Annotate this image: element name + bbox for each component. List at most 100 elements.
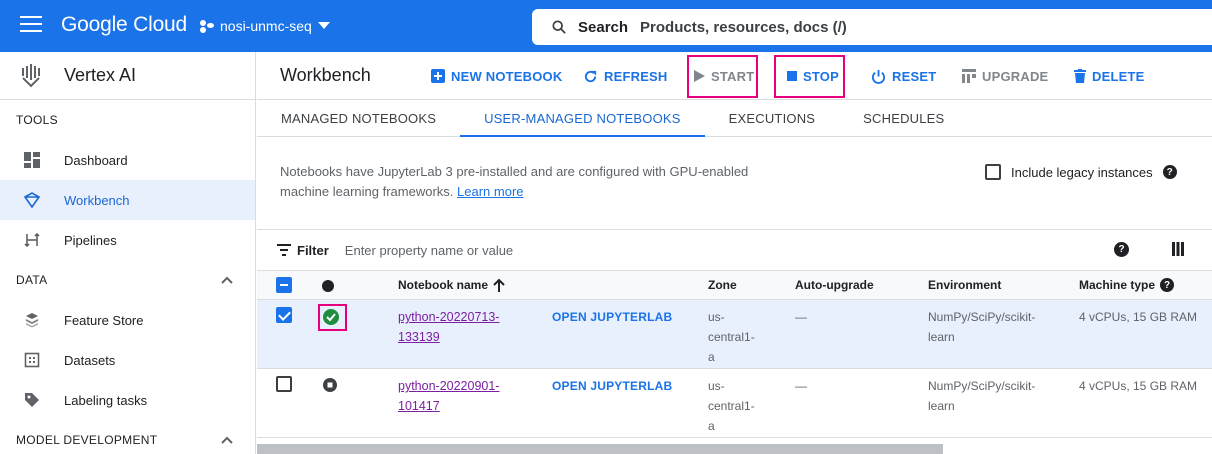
section-data[interactable]: DATA bbox=[0, 260, 255, 300]
dashboard-icon bbox=[24, 152, 40, 168]
upgrade-icon bbox=[962, 69, 976, 83]
google-cloud-logo[interactable]: Google Cloud bbox=[61, 13, 187, 37]
zone-line: us- bbox=[708, 379, 725, 393]
select-all-checkbox[interactable] bbox=[276, 277, 292, 293]
filter-input[interactable]: Enter property name or value bbox=[345, 243, 513, 258]
section-model-dev-label: MODEL DEVELOPMENT bbox=[16, 433, 158, 447]
menu-icon[interactable] bbox=[20, 16, 42, 36]
horizontal-scrollbar[interactable] bbox=[257, 444, 943, 454]
table-row[interactable]: python-20220713- 133139 OPEN JUPYTERLAB … bbox=[257, 300, 1212, 369]
machine-type-cell: 4 vCPUs, 15 GB RAM bbox=[1079, 379, 1198, 393]
notebook-name-line: python-20220713- bbox=[398, 310, 500, 324]
search-bar[interactable]: Search Products, resources, docs (/) bbox=[532, 9, 1212, 45]
new-notebook-button[interactable]: NEW NOTEBOOK bbox=[431, 60, 562, 92]
sidebar-item-label: Pipelines bbox=[64, 232, 117, 248]
start-highlight-box bbox=[687, 55, 758, 98]
add-box-icon bbox=[431, 69, 445, 83]
zone-line: a bbox=[708, 350, 715, 364]
environment-cell: NumPy/SciPy/scikit- learn bbox=[928, 307, 1035, 347]
auto-upgrade-cell: — bbox=[795, 379, 807, 393]
zone-cell: us- central1- a bbox=[708, 376, 755, 436]
section-model-development[interactable]: MODEL DEVELOPMENT bbox=[0, 429, 255, 451]
check-circle-icon bbox=[323, 309, 339, 325]
product-name: Vertex AI bbox=[64, 65, 137, 85]
col-zone: Zone bbox=[708, 278, 737, 292]
table-header: Notebook name Zone Auto-upgrade Environm… bbox=[257, 270, 1212, 300]
notebook-name-line: 101417 bbox=[398, 399, 440, 413]
stopped-icon bbox=[323, 378, 337, 392]
search-label: Search bbox=[578, 18, 629, 36]
notebook-name-line: python-20220901- bbox=[398, 379, 500, 393]
project-icon bbox=[200, 19, 214, 33]
notebook-name-link[interactable]: python-20220901- 101417 bbox=[398, 376, 499, 416]
chevron-up-icon bbox=[221, 276, 233, 284]
chevron-down-icon bbox=[317, 22, 330, 29]
search-input[interactable]: Products, resources, docs (/) bbox=[640, 19, 847, 36]
learn-more-link[interactable]: Learn more bbox=[457, 184, 523, 199]
help-icon[interactable]: ? bbox=[1162, 165, 1177, 179]
row-checkbox[interactable] bbox=[276, 376, 292, 392]
section-tools-label: TOOLS bbox=[16, 113, 58, 127]
status-dot-icon bbox=[322, 280, 334, 292]
vertex-ai-icon bbox=[22, 63, 40, 87]
project-selector[interactable]: nosi-unmc-seq bbox=[200, 18, 330, 34]
tab-bar: MANAGED NOTEBOOKS USER-MANAGED NOTEBOOKS… bbox=[257, 100, 1212, 137]
upgrade-label: UPGRADE bbox=[982, 68, 1049, 84]
notebook-name-line: 133139 bbox=[398, 330, 440, 344]
info-text: Notebooks have JupyterLab 3 pre-installe… bbox=[280, 162, 780, 202]
filter-label: Filter bbox=[297, 242, 329, 258]
zone-cell: us- central1- a bbox=[708, 307, 755, 367]
environment-cell: NumPy/SciPy/scikit- learn bbox=[928, 376, 1035, 416]
tab-user-managed-notebooks[interactable]: USER-MANAGED NOTEBOOKS bbox=[460, 100, 705, 137]
col-machine-type: Machine type bbox=[1079, 278, 1156, 292]
legacy-label: Include legacy instances bbox=[1011, 164, 1153, 180]
section-data-label: DATA bbox=[16, 273, 48, 287]
product-header: Vertex AI bbox=[0, 52, 255, 100]
delete-label: DELETE bbox=[1092, 68, 1145, 84]
filter-bar[interactable]: Filter Enter property name or value bbox=[277, 240, 513, 260]
machine-type-cell: 4 vCPUs, 15 GB RAM bbox=[1079, 310, 1198, 324]
chevron-up-icon bbox=[221, 436, 233, 444]
refresh-icon bbox=[584, 70, 597, 82]
upgrade-button[interactable]: UPGRADE bbox=[962, 60, 1048, 92]
tab-managed-notebooks[interactable]: MANAGED NOTEBOOKS bbox=[257, 100, 460, 136]
filter-icon bbox=[277, 244, 291, 256]
sidebar-item-dashboard[interactable]: Dashboard bbox=[0, 140, 255, 180]
open-jupyterlab-link[interactable]: OPEN JUPYTERLAB bbox=[552, 307, 672, 327]
top-bar: Google Cloud nosi-unmc-seq Search Produc… bbox=[0, 0, 1212, 52]
sidebar-item-datasets[interactable]: Datasets bbox=[0, 340, 255, 380]
zone-line: central1- bbox=[708, 330, 755, 344]
feature-store-icon bbox=[24, 312, 40, 328]
zone-line: central1- bbox=[708, 399, 755, 413]
column-display-icon[interactable] bbox=[1172, 242, 1184, 256]
zone-line: us- bbox=[708, 310, 725, 324]
open-jupyterlab-link[interactable]: OPEN JUPYTERLAB bbox=[552, 376, 672, 396]
tab-executions[interactable]: EXECUTIONS bbox=[705, 100, 840, 136]
table-row[interactable]: python-20220901- 101417 OPEN JUPYTERLAB … bbox=[257, 369, 1212, 438]
delete-button[interactable]: DELETE bbox=[1074, 60, 1144, 92]
legacy-checkbox[interactable] bbox=[985, 164, 1001, 180]
machine-type-help-icon[interactable]: ? bbox=[1160, 278, 1174, 292]
environment-line: NumPy/SciPy/scikit- bbox=[928, 379, 1036, 393]
notebook-name-link[interactable]: python-20220713- 133139 bbox=[398, 307, 499, 347]
environment-line: NumPy/SciPy/scikit- bbox=[928, 310, 1036, 324]
table-help-icon[interactable]: ? bbox=[1114, 242, 1129, 257]
reset-label: RESET bbox=[892, 68, 937, 84]
refresh-button[interactable]: REFRESH bbox=[583, 60, 668, 92]
row-checkbox[interactable] bbox=[276, 307, 292, 323]
arrow-up-icon[interactable] bbox=[493, 278, 505, 292]
sidebar-item-label: Dashboard bbox=[64, 152, 128, 168]
info-line-2: machine learning frameworks. Learn more bbox=[280, 182, 780, 202]
action-bar: Workbench NEW NOTEBOOK REFRESH START STO… bbox=[257, 52, 1212, 100]
sidebar-item-pipelines[interactable]: Pipelines bbox=[0, 220, 255, 260]
sidebar-item-workbench[interactable]: Workbench bbox=[0, 180, 255, 220]
tab-schedules[interactable]: SCHEDULES bbox=[839, 100, 968, 136]
sidebar-item-label: Workbench bbox=[64, 192, 130, 208]
col-notebook-name[interactable]: Notebook name bbox=[398, 278, 488, 292]
sidebar-item-labeling-tasks[interactable]: Labeling tasks bbox=[0, 380, 255, 420]
sidebar-item-feature-store[interactable]: Feature Store bbox=[0, 300, 255, 340]
workbench-icon bbox=[24, 192, 40, 208]
col-auto-upgrade: Auto-upgrade bbox=[795, 278, 874, 292]
reset-button[interactable]: RESET bbox=[871, 60, 936, 92]
label-icon bbox=[24, 392, 40, 408]
